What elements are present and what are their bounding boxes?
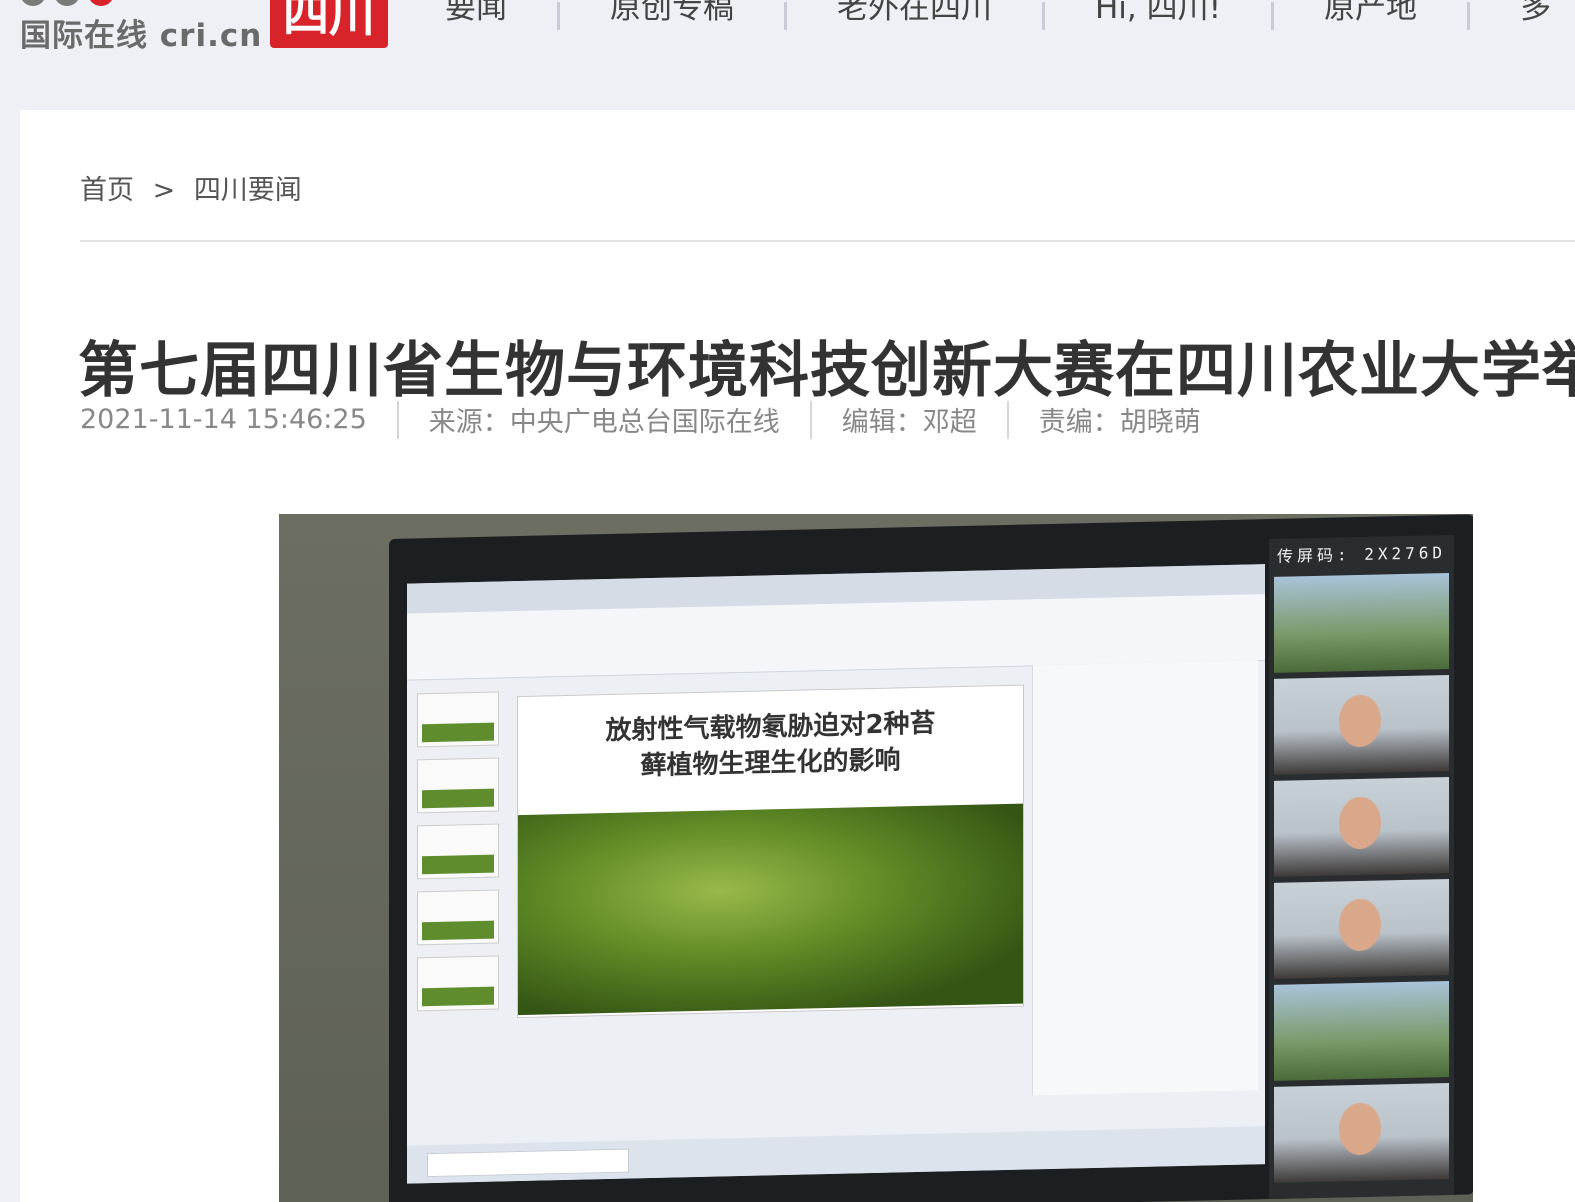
publish-datetime: 2021-11-14 15:46:25 <box>80 404 367 435</box>
article-responsible-editor: 责编：胡晓萌 <box>1038 407 1201 438</box>
video-tile <box>1274 878 1449 979</box>
taskbar-search <box>427 1148 629 1178</box>
monitor-frame: 放射性气载物氡胁迫对2种苔 藓植物生理生化的影响 传屏码: 2X276D <box>389 514 1473 1202</box>
moss-image <box>518 803 1023 1016</box>
monitor-screen: 放射性气载物氡胁迫对2种苔 藓植物生理生化的影响 <box>407 564 1265 1184</box>
nav-item-more[interactable]: 多 <box>1470 0 1575 28</box>
site-logo[interactable]: 国际在线 cri.cn <box>20 10 262 55</box>
logo-dot-icon <box>88 0 114 6</box>
properties-panel <box>1032 660 1258 1096</box>
article-editor: 编辑：邓超 <box>841 407 977 438</box>
article-title: 第七届四川省生物与环境科技创新大赛在四川农业大学举 <box>78 336 1575 407</box>
slide-thumbnail <box>417 889 499 946</box>
breadcrumb-divider <box>80 240 1575 242</box>
slide-thumbnails <box>417 691 507 1113</box>
logo-dot-icon <box>54 0 80 6</box>
breadcrumb: 首页 > 四川要闻 <box>80 168 302 207</box>
article-meta: 2021-11-14 15:46:25 来源：中央广电总台国际在线 编辑：邓超 … <box>80 400 1231 439</box>
breadcrumb-section[interactable]: 四川要闻 <box>194 175 302 206</box>
nav-item-origin[interactable]: 原产地 <box>1274 0 1467 28</box>
presentation-slide: 放射性气载物氡胁迫对2种苔 藓植物生理生化的影响 <box>517 684 1024 1019</box>
video-tile <box>1274 674 1449 775</box>
article-card: 首页 > 四川要闻 第七届四川省生物与环境科技创新大赛在四川农业大学举 2021… <box>20 110 1575 1202</box>
nav-item-news[interactable]: 要闻 <box>395 0 557 28</box>
nav-item-original[interactable]: 原创专稿 <box>560 0 784 28</box>
logo-dot-icon <box>20 0 46 6</box>
main-nav: 要闻 原创专稿 老外在四川 Hi, 四川! 原产地 多 <box>395 0 1575 40</box>
slide-thumbnail <box>417 691 499 748</box>
nav-item-foreigners[interactable]: 老外在四川 <box>787 0 1042 28</box>
video-tile <box>1274 1082 1449 1183</box>
video-conference-strip: 传屏码: 2X276D <box>1269 534 1454 1200</box>
slide-title: 放射性气载物氡胁迫对2种苔 藓植物生理生化的影响 <box>518 704 1023 787</box>
article-source: 来源：中央广电总台国际在线 <box>428 407 780 438</box>
os-taskbar <box>407 1126 1265 1184</box>
nav-item-hi-sichuan[interactable]: Hi, 四川! <box>1045 0 1271 28</box>
slide-thumbnail <box>417 823 499 880</box>
video-tile <box>1274 980 1449 1081</box>
breadcrumb-home[interactable]: 首页 <box>80 175 134 206</box>
video-tile <box>1274 572 1449 673</box>
slide-thumbnail <box>417 955 499 1012</box>
slide-thumbnail <box>417 757 499 814</box>
site-header: 国际在线 cri.cn 四川 要闻 原创专稿 老外在四川 Hi, 四川! 原产地… <box>0 0 1575 110</box>
meeting-code: 传屏码: 2X276D <box>1277 543 1447 566</box>
channel-badge[interactable]: 四川 <box>270 0 388 48</box>
breadcrumb-separator: > <box>152 175 176 206</box>
article-photo: 放射性气载物氡胁迫对2种苔 藓植物生理生化的影响 传屏码: 2X276D <box>279 514 1473 1202</box>
video-tile <box>1274 776 1449 877</box>
